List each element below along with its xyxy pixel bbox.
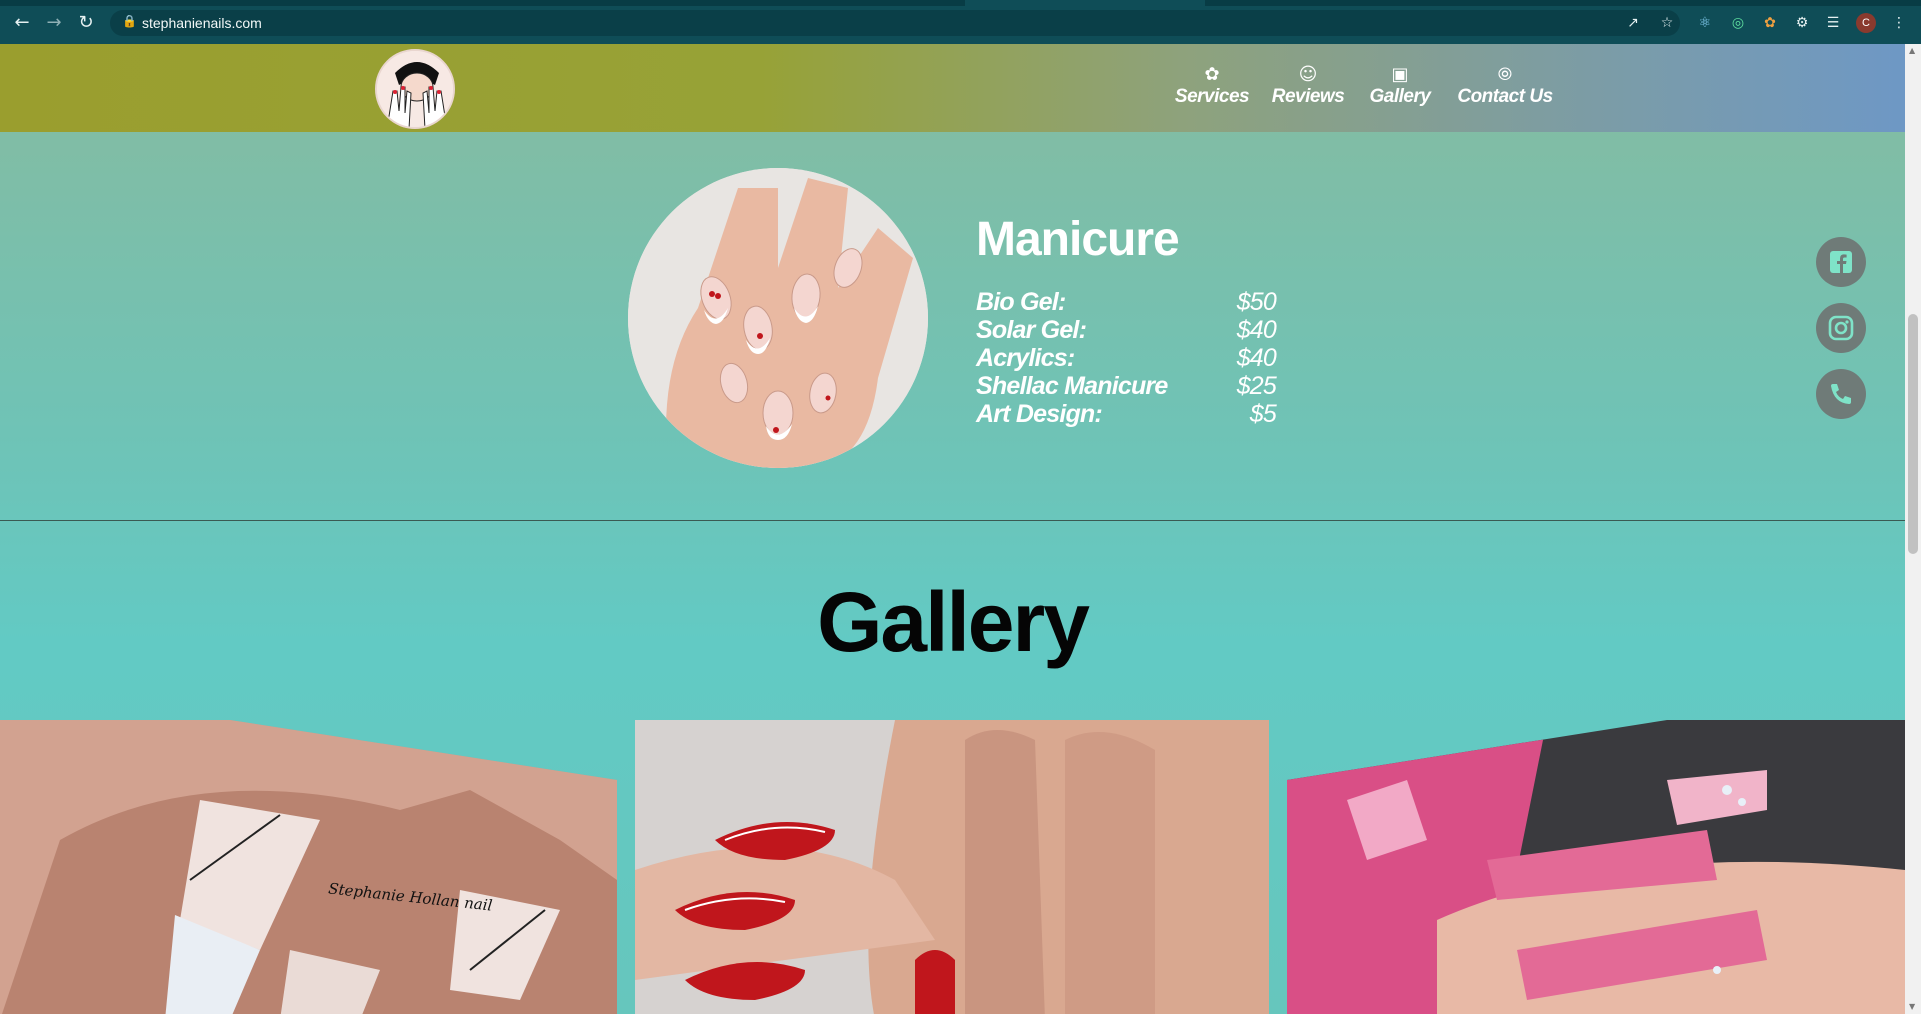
gallery-image-2[interactable] — [635, 720, 1269, 1014]
nav-services[interactable]: ✿ Services — [1172, 64, 1252, 114]
price-value: $5 — [1249, 400, 1277, 428]
price-name: Shellac Manicure — [976, 372, 1168, 400]
gallery-photo-pink-glitter — [1287, 720, 1905, 1014]
extensions-puzzle-icon[interactable]: ⚙ — [1793, 14, 1811, 32]
signal-icon: ⦾ — [1497, 64, 1513, 85]
lock-icon[interactable]: 🔒 — [122, 14, 137, 28]
share-icon[interactable]: ↗ — [1624, 14, 1642, 32]
price-row-solar-gel: Solar Gel: $40 — [976, 316, 1277, 344]
price-name: Art Design: — [976, 400, 1103, 428]
manicure-photo-image — [628, 168, 928, 468]
instagram-icon — [1828, 315, 1854, 341]
price-name: Bio Gel: — [976, 288, 1066, 316]
phone-icon — [1831, 384, 1851, 404]
react-devtools-icon[interactable]: ⚛ — [1696, 14, 1714, 32]
site-header: ✿ Services ☺ Reviews ▣ Gallery ⦾ Contact… — [0, 44, 1905, 132]
gallery-image-3[interactable] — [1287, 720, 1905, 1014]
nav-reviews-label: Reviews — [1271, 86, 1345, 107]
profile-avatar[interactable]: C — [1856, 13, 1876, 33]
price-value: $25 — [1236, 372, 1277, 400]
media-queue-icon[interactable]: ☰ — [1824, 14, 1842, 32]
instagram-button[interactable] — [1816, 303, 1866, 353]
back-icon[interactable]: ← — [12, 13, 32, 33]
nav-gallery[interactable]: ▣ Gallery — [1364, 64, 1436, 114]
gallery-title: Gallery — [817, 575, 1090, 669]
bookmark-star-icon[interactable]: ☆ — [1658, 14, 1676, 32]
scroll-down-icon[interactable]: ▼ — [1909, 1002, 1915, 1011]
salon-logo[interactable] — [375, 49, 455, 129]
price-row-bio-gel: Bio Gel: $50 — [976, 288, 1277, 316]
page-scrollbar[interactable]: ▲ ▼ — [1905, 44, 1921, 1014]
price-row-acrylics: Acrylics: $40 — [976, 344, 1277, 372]
price-value: $50 — [1236, 288, 1277, 316]
reload-icon[interactable]: ↻ — [76, 13, 96, 33]
section-divider — [0, 520, 1905, 521]
scroll-up-icon[interactable]: ▲ — [1909, 46, 1915, 55]
menu-kebab-icon[interactable]: ⋮ — [1890, 14, 1908, 32]
browser-toolbar: ← → ↻ 🔒 stephanienails.com ↗ ☆ ⚛ ◎ ✿ ⚙ ☰… — [0, 0, 1921, 44]
phone-button[interactable] — [1816, 369, 1866, 419]
active-tab[interactable] — [965, 0, 1205, 6]
gallery-image-1[interactable]: Stephanie Hollan nail — [0, 720, 617, 1014]
facebook-button[interactable] — [1816, 237, 1866, 287]
nav-gallery-label: Gallery — [1369, 86, 1431, 107]
price-name: Solar Gel: — [976, 316, 1087, 344]
service-title: Manicure — [976, 213, 1180, 266]
images-icon: ▣ — [1391, 64, 1409, 85]
price-name: Acrylics: — [976, 344, 1075, 372]
nav-contact[interactable]: ⦾ Contact Us — [1455, 64, 1555, 114]
logo-illustration — [377, 51, 453, 127]
price-value: $40 — [1236, 316, 1277, 344]
nav-services-label: Services — [1174, 86, 1250, 107]
url-text[interactable]: stephanienails.com — [142, 15, 262, 31]
tab-strip — [0, 0, 1921, 6]
gallery-photo-red-hearts — [635, 720, 1269, 1014]
manicure-photo — [628, 168, 928, 468]
gallery-photo-french-tips — [0, 720, 617, 1014]
forward-icon[interactable]: → — [44, 13, 64, 33]
price-value: $40 — [1236, 344, 1277, 372]
scrollbar-thumb[interactable] — [1908, 314, 1918, 554]
flower-icon: ✿ — [1204, 64, 1220, 85]
facebook-icon — [1830, 251, 1852, 273]
address-bar[interactable]: 🔒 stephanienails.com — [110, 10, 1680, 36]
extension-ring-icon[interactable]: ◎ — [1729, 14, 1747, 32]
price-row-shellac: Shellac Manicure $25 — [976, 372, 1277, 400]
price-row-art-design: Art Design: $5 — [976, 400, 1277, 428]
page-viewport: ✿ Services ☺ Reviews ▣ Gallery ⦾ Contact… — [0, 44, 1905, 1014]
smiley-icon: ☺ — [1298, 64, 1318, 85]
nav-reviews[interactable]: ☺ Reviews — [1266, 64, 1350, 114]
color-picker-icon[interactable]: ✿ — [1761, 14, 1779, 32]
nav-contact-label: Contact Us — [1457, 86, 1553, 107]
